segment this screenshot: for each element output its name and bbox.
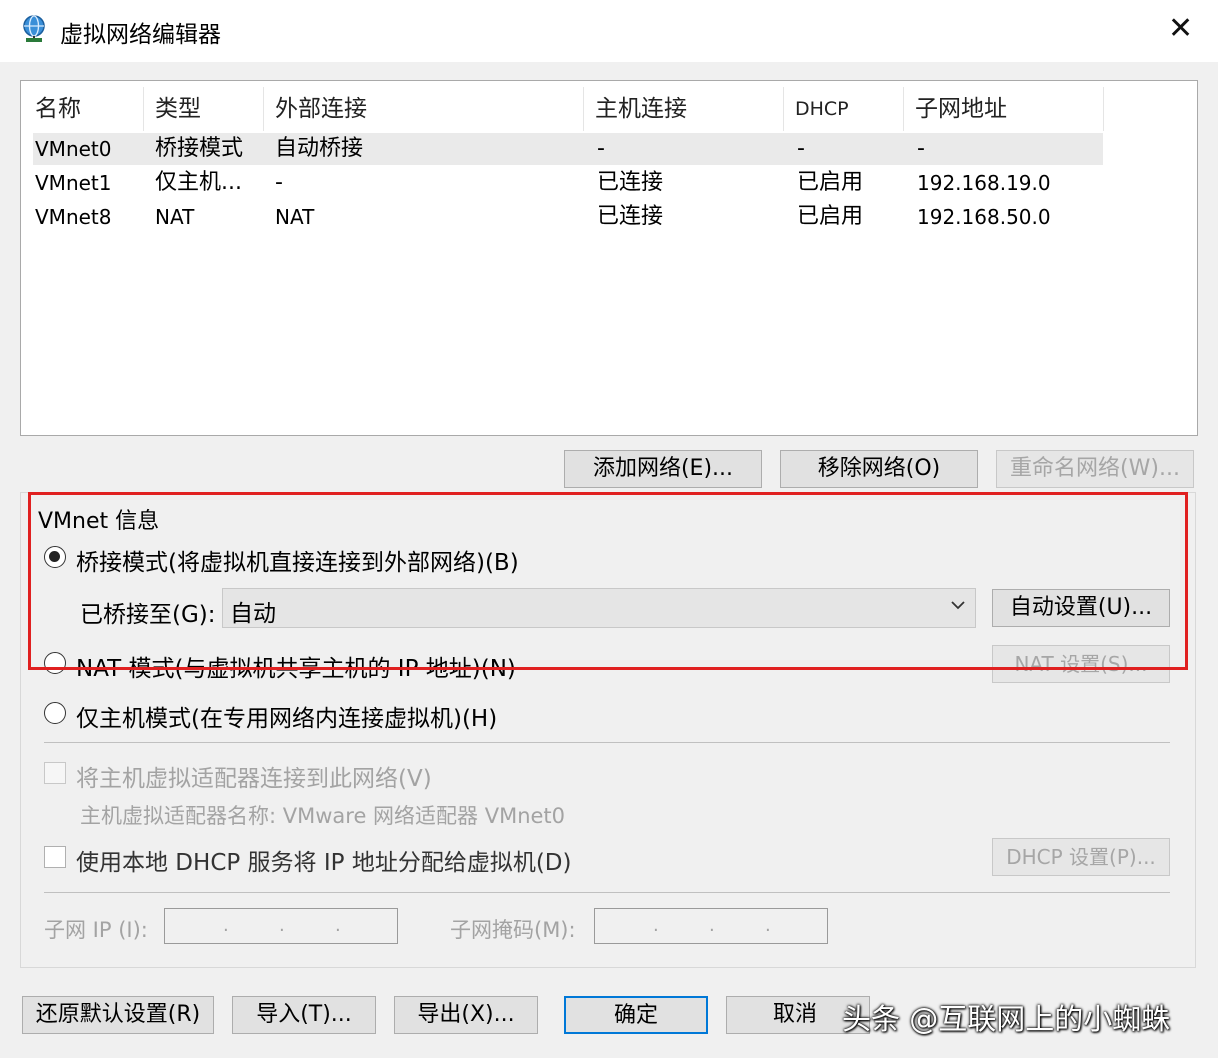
host-only-mode-radio[interactable]	[44, 702, 66, 724]
cell-name: VMnet8	[35, 205, 112, 229]
cell-type: 仅主机...	[155, 170, 242, 195]
cell-dhcp: -	[797, 136, 805, 161]
cell-dhcp: 已启用	[797, 204, 864, 229]
subnet-ip-label: 子网 IP (I):	[44, 918, 148, 942]
add-network-button[interactable]: 添加网络(E)...	[564, 450, 762, 488]
rename-network-button[interactable]: 重命名网络(W)...	[996, 450, 1194, 488]
dhcp-checkbox[interactable]	[44, 846, 66, 868]
host-only-mode-label[interactable]: 仅主机模式(在专用网络内连接虚拟机)(H)	[76, 699, 497, 733]
column-header-host[interactable]: 主机连接	[581, 89, 783, 129]
import-button[interactable]: 导入(T)...	[232, 996, 376, 1034]
restore-defaults-button[interactable]: 还原默认设置(R)	[22, 996, 214, 1034]
cell-external: NAT	[275, 205, 315, 229]
cell-dhcp: 已启用	[797, 170, 864, 195]
cell-subnet: 192.168.50.0	[917, 205, 1051, 229]
cell-external: -	[275, 170, 283, 195]
column-header-dhcp[interactable]: DHCP	[781, 89, 903, 129]
ok-button[interactable]: 确定	[564, 996, 708, 1034]
cell-host: 已连接	[597, 204, 664, 229]
adapter-name-text: 主机虚拟适配器名称: VMware 网络适配器 VMnet0	[80, 804, 566, 828]
remove-network-button[interactable]: 移除网络(O)	[780, 450, 978, 488]
divider	[44, 892, 1170, 893]
globe-network-icon	[23, 15, 45, 42]
cell-host: 已连接	[597, 170, 664, 195]
cell-subnet: 192.168.19.0	[917, 171, 1051, 195]
subnet-mask-label: 子网掩码(M):	[450, 918, 576, 942]
export-button[interactable]: 导出(X)...	[394, 996, 538, 1034]
watermark-text: 头条 @互联网上的小蜘蛛	[842, 1002, 1171, 1036]
cell-name: VMnet0	[35, 137, 112, 161]
dhcp-label[interactable]: 使用本地 DHCP 服务将 IP 地址分配给虚拟机(D)	[76, 843, 572, 877]
window-title: 虚拟网络编辑器	[60, 22, 221, 48]
dhcp-settings-button[interactable]: DHCP 设置(P)...	[992, 838, 1170, 876]
column-header-subnet[interactable]: 子网地址	[901, 89, 1103, 129]
connect-adapter-checkbox[interactable]	[44, 762, 66, 784]
cell-type: 桥接模式	[155, 136, 244, 161]
subnet-ip-field[interactable]: . . .	[164, 908, 398, 944]
cell-external: 自动桥接	[275, 136, 364, 161]
subnet-mask-field[interactable]: . . .	[594, 908, 828, 944]
close-icon[interactable]: ✕	[1168, 12, 1193, 46]
highlight-box	[28, 492, 1188, 670]
network-list[interactable]: 名称 类型 外部连接 主机连接 DHCP 子网地址 VMnet0 桥接模式 自动…	[20, 80, 1198, 436]
cell-host: -	[597, 136, 605, 161]
cell-name: VMnet1	[35, 171, 112, 195]
cell-type: NAT	[155, 205, 195, 229]
connect-adapter-label[interactable]: 将主机虚拟适配器连接到此网络(V)	[76, 759, 432, 793]
divider	[44, 742, 1170, 743]
column-header-type[interactable]: 类型	[141, 89, 263, 129]
column-header-name[interactable]: 名称	[21, 89, 143, 129]
cell-subnet: -	[917, 136, 925, 161]
column-header-external[interactable]: 外部连接	[261, 89, 583, 129]
